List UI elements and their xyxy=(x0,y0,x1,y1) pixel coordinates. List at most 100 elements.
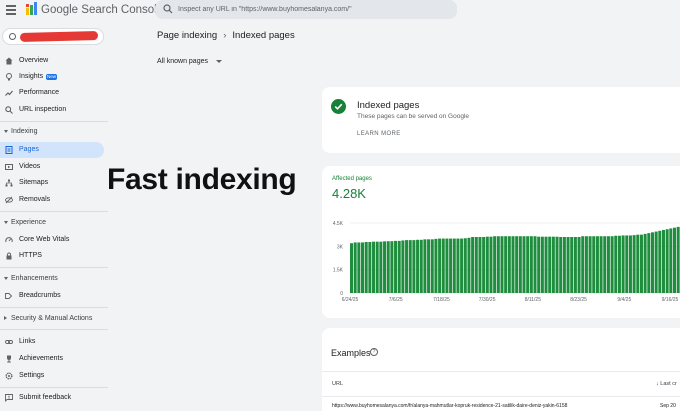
chart-bar[interactable] xyxy=(394,240,398,293)
chart-bar[interactable] xyxy=(654,231,658,293)
chart-bar[interactable] xyxy=(632,235,636,293)
chart-bar[interactable] xyxy=(449,238,453,293)
chart-bar[interactable] xyxy=(423,239,427,293)
chart-bar[interactable] xyxy=(467,237,471,293)
chart-bar[interactable] xyxy=(636,234,640,293)
chart-bar[interactable] xyxy=(577,237,581,293)
chart-bar[interactable] xyxy=(537,236,541,293)
chart-bar[interactable] xyxy=(676,226,680,293)
chart-bar[interactable] xyxy=(361,242,365,293)
chart-bar[interactable] xyxy=(595,236,599,293)
chart-bar[interactable] xyxy=(372,241,376,293)
section-experience[interactable]: Experience xyxy=(0,216,104,230)
chart-bar[interactable] xyxy=(350,243,354,293)
column-header-last-crawled[interactable]: ↓ Last cr xyxy=(656,381,677,387)
chart-bar[interactable] xyxy=(592,236,596,293)
chart-bar[interactable] xyxy=(427,239,431,293)
chart-bar[interactable] xyxy=(401,240,405,293)
sidebar-item-url-inspection[interactable]: URL inspection xyxy=(0,102,104,118)
chart-bar[interactable] xyxy=(584,236,588,293)
chart-bar[interactable] xyxy=(643,233,647,293)
help-icon[interactable]: ? xyxy=(370,348,378,356)
chart-bar[interactable] xyxy=(562,237,566,293)
sidebar-item-pages[interactable]: Pages xyxy=(0,142,104,158)
sidebar-item-videos[interactable]: Videos xyxy=(0,159,104,175)
chart-bar[interactable] xyxy=(581,236,585,293)
chart-bar[interactable] xyxy=(540,236,544,293)
chart-bar[interactable] xyxy=(647,233,651,293)
chart-bar[interactable] xyxy=(588,236,592,293)
chart-bar[interactable] xyxy=(507,236,511,293)
chart-bar[interactable] xyxy=(408,240,412,293)
chart-bar[interactable] xyxy=(551,236,555,293)
sidebar-item-insights[interactable]: Insights New xyxy=(0,69,104,85)
chart-bar[interactable] xyxy=(617,235,621,293)
section-enhancements[interactable]: Enhancements xyxy=(0,272,104,286)
column-header-url[interactable]: URL xyxy=(332,381,343,387)
chart-bar[interactable] xyxy=(364,241,368,293)
chart-bar[interactable] xyxy=(518,236,522,293)
property-selector[interactable] xyxy=(2,28,104,45)
chart-bar[interactable] xyxy=(419,239,423,293)
chart-bar[interactable] xyxy=(573,237,577,293)
chart-bar[interactable] xyxy=(383,241,387,293)
sidebar-item-overview[interactable]: Overview xyxy=(0,53,104,69)
chart-bar[interactable] xyxy=(397,240,401,293)
chart-bar[interactable] xyxy=(460,238,464,293)
chart-bar[interactable] xyxy=(463,238,467,293)
chart-bar[interactable] xyxy=(412,240,416,293)
chart-bar[interactable] xyxy=(452,238,456,293)
chart-bar[interactable] xyxy=(438,238,442,293)
chart-bar[interactable] xyxy=(614,235,618,293)
sidebar-item-removals[interactable]: Removals xyxy=(0,192,104,208)
chart-bar[interactable] xyxy=(375,241,379,293)
sidebar-item-sitemaps[interactable]: Sitemaps xyxy=(0,175,104,191)
chart-bar[interactable] xyxy=(606,236,610,293)
chart-bar[interactable] xyxy=(599,236,603,293)
chart-bar[interactable] xyxy=(672,227,676,293)
chart-bar[interactable] xyxy=(471,237,475,293)
chart-bar[interactable] xyxy=(665,229,669,293)
chart-bar[interactable] xyxy=(416,239,420,293)
chart-bar[interactable] xyxy=(603,236,607,293)
chart-bar[interactable] xyxy=(353,242,357,293)
section-security-manual-actions[interactable]: Security & Manual Actions xyxy=(0,312,104,326)
sidebar-item-performance[interactable]: Performance xyxy=(0,85,104,101)
chart-bar[interactable] xyxy=(522,236,526,293)
pages-filter-dropdown[interactable]: All known pages xyxy=(157,58,222,65)
chart-bar[interactable] xyxy=(445,238,449,293)
chart-bar[interactable] xyxy=(625,235,629,293)
section-indexing[interactable]: Indexing xyxy=(0,125,104,139)
search-input[interactable] xyxy=(178,2,448,17)
sidebar-item-links[interactable]: Links xyxy=(0,334,104,350)
chart-bar[interactable] xyxy=(610,236,614,293)
chart-bar[interactable] xyxy=(489,236,493,293)
search-console-logo-icon[interactable] xyxy=(25,2,38,16)
chart-bar[interactable] xyxy=(566,237,570,293)
app-title[interactable]: Google Search Console xyxy=(41,4,163,16)
chart-bar[interactable] xyxy=(529,236,533,293)
chart-bar[interactable] xyxy=(430,239,434,293)
chart-bar[interactable] xyxy=(456,238,460,293)
chart-bar[interactable] xyxy=(357,242,361,293)
chart-bar[interactable] xyxy=(669,228,673,293)
sidebar-item-achievements[interactable]: Achievements xyxy=(0,351,104,367)
chart-bar[interactable] xyxy=(515,236,519,293)
chart-bar[interactable] xyxy=(474,237,478,293)
chart-bar[interactable] xyxy=(570,237,574,293)
chart-bar[interactable] xyxy=(639,234,643,293)
chart-bar[interactable] xyxy=(482,237,486,293)
chart-bar[interactable] xyxy=(390,241,394,293)
chart-bar[interactable] xyxy=(379,241,383,293)
chart-bar[interactable] xyxy=(628,235,632,293)
chart-bar[interactable] xyxy=(504,236,508,293)
sidebar-item-core-web-vitals[interactable]: Core Web Vitals xyxy=(0,232,104,248)
chart-bar[interactable] xyxy=(559,237,563,293)
chart-bar[interactable] xyxy=(478,237,482,293)
menu-icon[interactable] xyxy=(6,5,16,15)
chart-bar[interactable] xyxy=(485,236,489,293)
chart-bar[interactable] xyxy=(386,241,390,293)
chart-bar[interactable] xyxy=(493,236,497,293)
table-row[interactable]: https://www.buyhomesalanya.com/fr/alanya… xyxy=(322,398,680,411)
sidebar-item-https[interactable]: HTTPS xyxy=(0,248,104,264)
